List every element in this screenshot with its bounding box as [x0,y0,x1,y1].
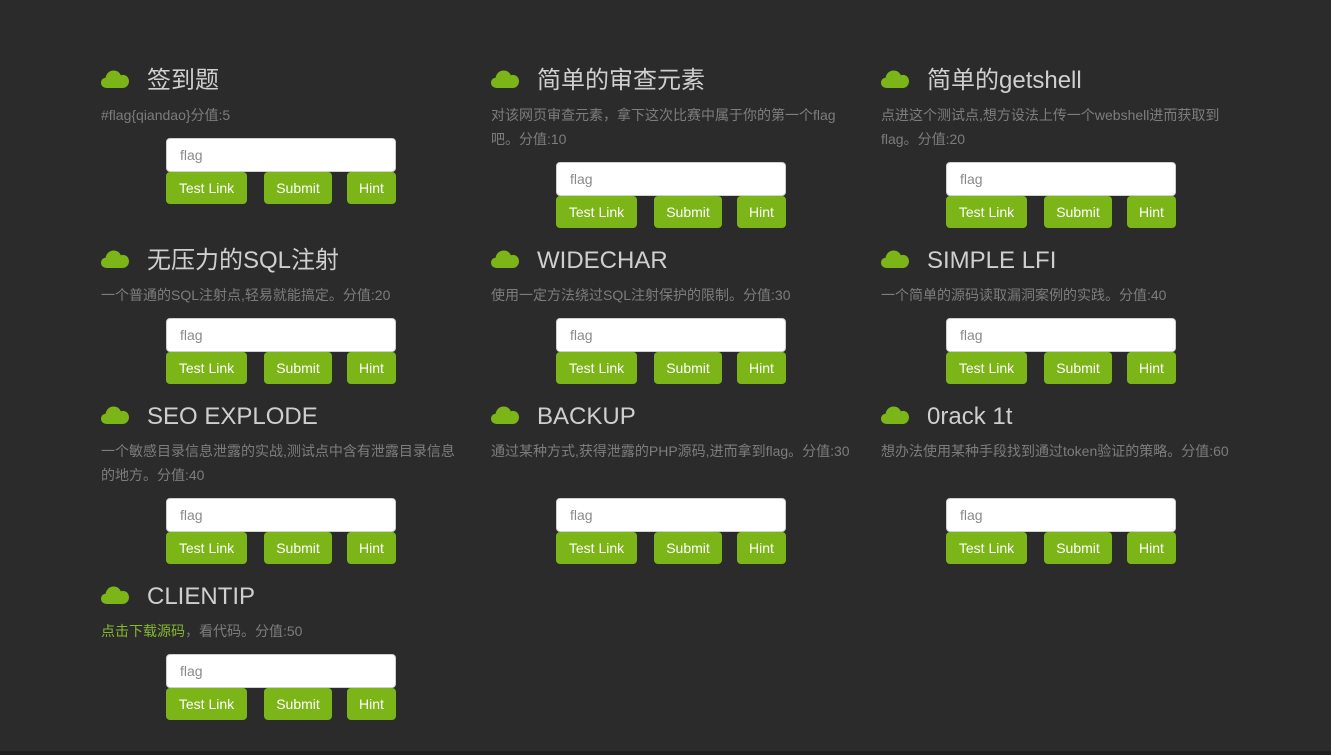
flag-input[interactable] [166,318,396,352]
challenge-title: SIMPLE LFI [927,247,1057,274]
test-link-button[interactable]: Test Link [166,688,247,720]
challenge-header: CLIENTIP [101,582,481,612]
cloud-icon [101,406,129,424]
hint-button[interactable]: Hint [1127,196,1176,228]
flag-form: Test Link Submit Hint [166,318,396,384]
challenge-header: 无压力的SQL注射 [101,246,481,276]
cloud-icon [101,70,129,88]
submit-button[interactable]: Submit [654,196,722,228]
challenge-header: 简单的审查元素 [491,66,871,96]
test-link-button[interactable]: Test Link [556,352,637,384]
challenge-title: SEO EXPLODE [147,403,318,430]
flag-form: Test Link Submit Hint [166,654,396,720]
challenge-title: CLIENTIP [147,583,256,610]
flag-input[interactable] [166,138,396,172]
challenge-description: 使用一定方法绕过SQL注射保护的限制。分值:30 [491,287,791,303]
bottom-bar [0,751,1331,755]
flag-form: Test Link Submit Hint [556,318,786,384]
test-link-button[interactable]: Test Link [166,172,247,204]
cloud-icon [491,406,519,424]
challenge-description: 通过某种方式,获得泄露的PHP源码,进而拿到flag。分值:30 [491,443,850,459]
cloud-icon [491,250,519,268]
challenge-header: SEO EXPLODE [101,402,481,432]
challenge-header: BACKUP [491,402,871,432]
challenge-title: 简单的getshell [927,67,1082,94]
cloud-icon [101,586,129,604]
challenge-description-text: ，看代码。分值:50 [185,623,303,639]
test-link-button[interactable]: Test Link [166,532,247,564]
flag-form: Test Link Submit Hint [556,498,786,564]
flag-form: Test Link Submit Hint [946,162,1176,228]
hint-button[interactable]: Hint [737,532,786,564]
test-link-button[interactable]: Test Link [556,532,637,564]
flag-input[interactable] [166,654,396,688]
flag-input[interactable] [946,162,1176,196]
flag-form: Test Link Submit Hint [166,498,396,564]
submit-button[interactable]: Submit [1044,532,1112,564]
hint-button[interactable]: Hint [1127,352,1176,384]
cloud-icon [491,70,519,88]
challenge-description: #flag{qiandao}分值:5 [101,107,231,123]
challenge-title: 简单的审查元素 [537,67,705,94]
hint-button[interactable]: Hint [347,532,396,564]
flag-input[interactable] [946,498,1176,532]
hint-button[interactable]: Hint [347,352,396,384]
test-link-button[interactable]: Test Link [166,352,247,384]
hint-button[interactable]: Hint [737,196,786,228]
challenge-header: 签到题 [101,66,481,96]
challenge-description: 想办法使用某种手段找到通过token验证的策略。分值:60 [881,443,1229,459]
test-link-button[interactable]: Test Link [946,352,1027,384]
submit-button[interactable]: Submit [264,352,332,384]
challenge-header: 0rack 1t [881,402,1261,432]
test-link-button[interactable]: Test Link [946,532,1027,564]
flag-form: Test Link Submit Hint [556,162,786,228]
hint-button[interactable]: Hint [1127,532,1176,564]
flag-form: Test Link Submit Hint [946,318,1176,384]
cloud-icon [881,70,909,88]
hint-button[interactable]: Hint [347,172,396,204]
flag-form: Test Link Submit Hint [946,498,1176,564]
download-source-link[interactable]: 点击下载源码 [101,623,185,639]
challenge-title: 0rack 1t [927,403,1013,430]
test-link-button[interactable]: Test Link [946,196,1027,228]
challenge-description: 一个普通的SQL注射点,轻易就能搞定。分值:20 [101,287,391,303]
hint-button[interactable]: Hint [347,688,396,720]
challenge-description: 点击下载源码，看代码。分值:50 [101,619,466,643]
flag-input[interactable] [556,318,786,352]
flag-input[interactable] [556,162,786,196]
submit-button[interactable]: Submit [264,532,332,564]
challenge-description: 点进这个测试点,想方设法上传一个webshell进而获取到flag。分值:20 [881,107,1220,147]
flag-input[interactable] [556,498,786,532]
challenge-description: 一个敏感目录信息泄露的实战,测试点中含有泄露目录信息的地方。分值:40 [101,443,455,483]
challenge-description: 对该网页审查元素，拿下这次比赛中属于你的第一个flag吧。分值:10 [491,107,836,147]
submit-button[interactable]: Submit [654,352,722,384]
submit-button[interactable]: Submit [654,532,722,564]
test-link-button[interactable]: Test Link [556,196,637,228]
challenge-title: 无压力的SQL注射 [147,247,340,274]
flag-form: Test Link Submit Hint [166,138,396,204]
flag-input[interactable] [946,318,1176,352]
challenge-title: WIDECHAR [537,247,668,274]
challenge-title: 签到题 [147,67,219,94]
submit-button[interactable]: Submit [264,172,332,204]
cloud-icon [881,250,909,268]
challenge-header: WIDECHAR [491,246,871,276]
challenge-header: SIMPLE LFI [881,246,1261,276]
challenge-description: 一个简单的源码读取漏洞案例的实践。分值:40 [881,287,1167,303]
submit-button[interactable]: Submit [264,688,332,720]
submit-button[interactable]: Submit [1044,352,1112,384]
challenge-page: 签到题 #flag{qiandao}分值:5 Test Link Submit … [0,0,1331,755]
hint-button[interactable]: Hint [737,352,786,384]
flag-input[interactable] [166,498,396,532]
cloud-icon [101,250,129,268]
challenge-header: 简单的getshell [881,66,1261,96]
submit-button[interactable]: Submit [1044,196,1112,228]
cloud-icon [881,406,909,424]
challenge-title: BACKUP [537,403,636,430]
